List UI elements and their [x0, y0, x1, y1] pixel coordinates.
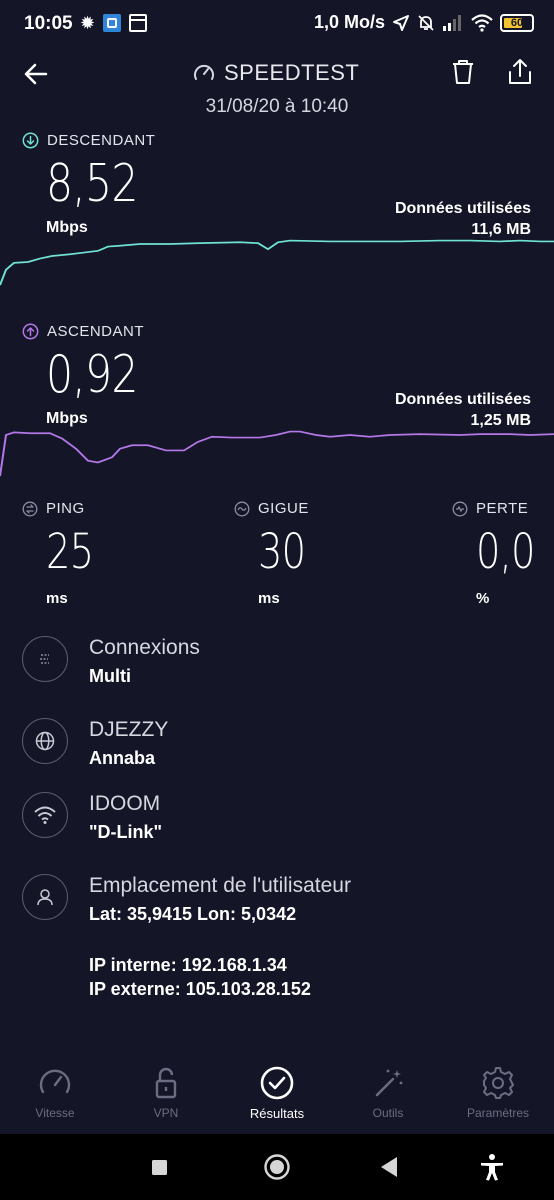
back-arrow-icon[interactable] [18, 56, 54, 92]
status-bar: 10:05 ✹ 1,0 Mo/s 60 [0, 0, 554, 48]
nav-outils-label: Outils [372, 1106, 404, 1120]
nav-resultats-label: Résultats [249, 1106, 305, 1121]
accessibility-icon[interactable] [479, 1152, 505, 1182]
upload-label: ASCENDANT [47, 323, 145, 340]
status-time: 10:05 [24, 13, 73, 34]
unlock-icon [155, 1067, 177, 1099]
ip-external: IP externe: 105.103.28.152 [89, 979, 311, 999]
page-title: SPEEDTEST [224, 60, 360, 85]
ping-label: PING [46, 500, 85, 517]
download-section: DESCENDANT 8,52 Mbps Données utilisées 1… [0, 132, 554, 302]
connections-value: Multi [89, 666, 131, 686]
loss-unit: % [476, 590, 490, 607]
battery-level: 60 [510, 16, 524, 29]
nav-resultats[interactable]: Résultats [227, 1058, 327, 1121]
jitter-stat: GIGUE 30 ms [234, 500, 384, 607]
system-navigation-bar [0, 1134, 554, 1200]
download-speed-value: 8,52 [46, 154, 138, 214]
upload-data-used-label: Données utilisées [394, 391, 531, 408]
nav-vpn-label: VPN [153, 1106, 179, 1120]
download-graph [0, 239, 554, 286]
location-info: Emplacement de l'utilisateur Lat: 35,941… [22, 874, 532, 934]
stats-row: PING 25 ms GIGUE 30 ms PERTE 0,0 % [0, 500, 554, 610]
nav-vitesse[interactable]: Vitesse [5, 1058, 105, 1120]
ping-icon [22, 501, 38, 516]
mute-bell-icon [418, 14, 434, 31]
bottom-navigation: Vitesse VPN Résultats Outils Paramètres [0, 1058, 554, 1134]
download-data-used-label: Données utilisées [394, 200, 531, 217]
settings-notification-icon: ✹ [80, 13, 96, 33]
packet-loss-icon [452, 501, 468, 516]
connections-title: Connexions [89, 636, 200, 659]
provider-title: DJEZZY [89, 718, 169, 741]
battery-icon: 60 [500, 13, 534, 32]
test-date: 31/08/20 à 10:40 [205, 96, 349, 117]
nav-vitesse-label: Vitesse [35, 1106, 75, 1120]
nav-parametres-label: Paramètres [466, 1106, 530, 1120]
loss-stat: PERTE 0,0 % [452, 500, 552, 607]
speedometer-icon [194, 64, 214, 80]
jitter-unit: ms [258, 590, 280, 607]
download-arrow-icon [22, 132, 39, 149]
loss-value: 0,0 [476, 524, 535, 580]
calendar-notification-icon [129, 14, 148, 32]
ping-unit: ms [46, 590, 68, 607]
loss-label: PERTE [476, 500, 529, 517]
wifi-icon [22, 792, 68, 838]
ping-stat: PING 25 ms [22, 500, 172, 607]
nav-parametres[interactable]: Paramètres [448, 1058, 548, 1120]
server-title: IDOOM [89, 792, 161, 815]
upload-arrow-icon [22, 323, 39, 340]
download-label: DESCENDANT [47, 132, 156, 149]
server-info: IDOOM "D-Link" [22, 792, 532, 852]
recent-apps-icon[interactable] [150, 1152, 170, 1182]
provider-info: DJEZZY Annaba [22, 718, 532, 778]
jitter-value: 30 [258, 524, 306, 580]
ip-internal: IP interne: 192.168.1.34 [89, 955, 287, 975]
nav-vpn[interactable]: VPN [116, 1058, 216, 1120]
ping-value: 25 [46, 524, 94, 580]
home-icon[interactable] [262, 1152, 292, 1182]
globe-icon [22, 718, 68, 764]
connections-icon [22, 636, 68, 682]
network-speed-indicator: 1,0 Mo/s [313, 12, 385, 32]
magic-wand-icon [375, 1069, 403, 1097]
gear-icon [483, 1067, 514, 1099]
upload-section: ASCENDANT 0,92 Mbps Données utilisées 1,… [0, 323, 554, 493]
nav-outils[interactable]: Outils [338, 1058, 438, 1120]
connections-info: Connexions Multi [22, 636, 532, 696]
upload-graph [0, 430, 554, 477]
location-coords: Lat: 35,9415 Lon: 5,0342 [89, 904, 297, 924]
ip-addresses: IP interne: 192.168.1.34 IP externe: 105… [89, 953, 311, 1001]
vpn-notification-icon [103, 14, 122, 32]
provider-location: Annaba [89, 748, 156, 768]
check-circle-icon [260, 1066, 294, 1100]
upload-speed-value: 0,92 [46, 345, 138, 405]
speedometer-icon [39, 1069, 71, 1094]
user-icon [22, 874, 68, 920]
wifi-signal-icon [471, 13, 493, 32]
cellular-signal-icon [443, 14, 461, 31]
share-icon[interactable] [504, 56, 536, 88]
jitter-icon [234, 501, 250, 516]
location-title: Emplacement de l'utilisateur [89, 874, 351, 897]
header: SPEEDTEST 31/08/20 à 10:40 [0, 48, 554, 124]
jitter-label: GIGUE [258, 500, 309, 517]
trash-icon[interactable] [447, 56, 479, 88]
location-icon [393, 14, 409, 31]
server-name: "D-Link" [89, 822, 163, 842]
back-triangle-icon[interactable] [378, 1152, 400, 1182]
